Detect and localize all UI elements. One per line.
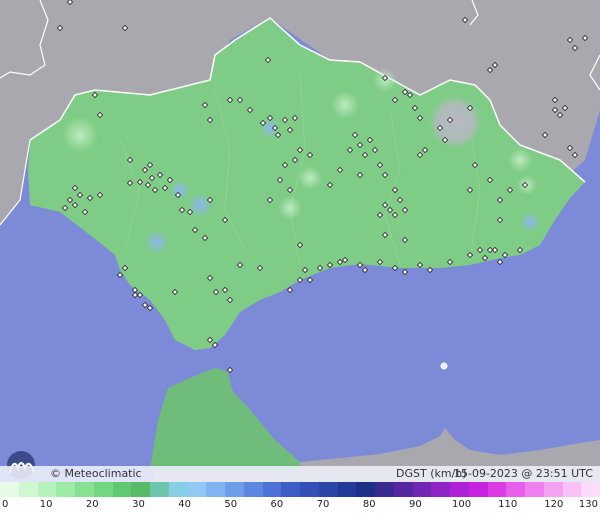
color-swatch xyxy=(243,482,263,497)
color-swatch xyxy=(18,482,38,497)
scale-ticks: 0 10 20 30 40 50 60 70 80 90 100 110 120 130 xyxy=(0,497,600,517)
intensity-blob xyxy=(331,91,359,119)
color-swatch xyxy=(112,482,132,497)
color-swatch xyxy=(75,482,94,497)
color-swatch xyxy=(581,482,600,497)
color-swatch xyxy=(412,482,432,497)
color-swatch xyxy=(206,482,225,497)
color-swatch xyxy=(525,482,544,497)
timestamp: 15-09-2023 @ 23:51 UTC xyxy=(454,467,593,480)
intensity-blob xyxy=(170,180,190,200)
scale-tick-label: 80 xyxy=(362,499,376,510)
wind-gust-map: © Meteoclimatic DGST (km/h) 15-09-2023 @… xyxy=(0,0,600,517)
color-swatch xyxy=(300,482,319,497)
color-swatch xyxy=(506,482,525,497)
color-swatch xyxy=(56,482,75,497)
scale-tick-label: 30 xyxy=(132,499,145,510)
color-swatch xyxy=(281,482,300,497)
color-swatch xyxy=(487,482,507,497)
color-swatch xyxy=(450,482,469,497)
color-swatch xyxy=(431,482,450,497)
scale-tick-label: 50 xyxy=(224,499,238,510)
color-swatch xyxy=(37,482,57,497)
scale-tick-label: 110 xyxy=(498,499,518,510)
color-swatch xyxy=(393,482,413,497)
scale-tick-label: 20 xyxy=(85,499,99,510)
footer-bar: © Meteoclimatic DGST (km/h) 15-09-2023 @… xyxy=(0,466,600,482)
scale-tick-label: 100 xyxy=(451,499,472,510)
scale-tick-label: 60 xyxy=(270,499,284,510)
color-swatch xyxy=(468,482,488,497)
color-swatch xyxy=(225,482,244,497)
scale-tick-label: 130 xyxy=(578,499,598,510)
color-swatch xyxy=(375,482,394,497)
intensity-blob xyxy=(278,196,302,220)
color-ramp xyxy=(0,482,600,497)
color-swatch xyxy=(0,482,19,497)
map-canvas xyxy=(0,0,600,517)
scale-tick-label: 120 xyxy=(544,499,564,510)
intensity-blob xyxy=(520,212,540,232)
color-swatch xyxy=(187,482,207,497)
island-marker xyxy=(440,362,448,370)
color-swatch xyxy=(562,482,582,497)
intensity-blob xyxy=(62,117,98,153)
intensity-blob xyxy=(298,166,322,190)
credit-text: © Meteoclimatic xyxy=(50,467,142,480)
color-swatch xyxy=(168,482,188,497)
color-swatch xyxy=(262,482,282,497)
intensity-blob xyxy=(145,230,169,254)
scale-tick-label: 70 xyxy=(316,499,330,510)
scale-tick-label: 10 xyxy=(39,499,53,510)
color-swatch xyxy=(318,482,338,497)
scale-tick-label: 40 xyxy=(178,499,191,510)
intensity-blob xyxy=(508,148,532,172)
intensity-blob xyxy=(429,96,481,148)
color-swatch xyxy=(93,482,113,497)
color-scale: 0 10 20 30 40 50 60 70 80 90 100 110 120 130 xyxy=(0,482,600,517)
color-swatch xyxy=(356,482,375,497)
color-swatch xyxy=(150,482,169,497)
scale-tick-label: 90 xyxy=(409,499,422,510)
color-swatch xyxy=(543,482,563,497)
scale-tick-label: 0 xyxy=(2,499,9,510)
color-swatch xyxy=(131,482,150,497)
color-swatch xyxy=(337,482,357,497)
